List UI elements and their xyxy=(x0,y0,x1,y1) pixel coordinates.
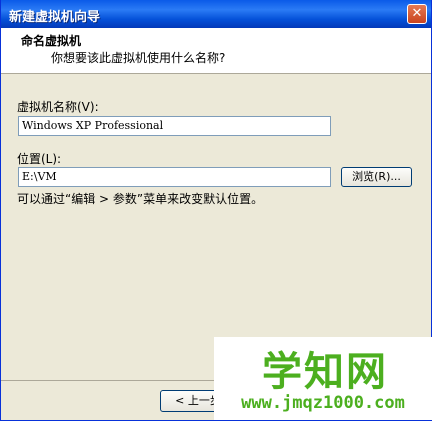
wizard-window: 新建虚拟机向导 ✕ 命名虚拟机 你想要该此虚拟机使用什么名称? 虚拟机名称(V)… xyxy=(0,0,432,421)
footer-divider xyxy=(1,380,215,381)
header-title: 命名虚拟机 xyxy=(21,34,82,48)
watermark-title: 学知网 xyxy=(262,349,388,395)
watermark-url: www.jmqz1000.com xyxy=(241,393,405,413)
vm-name-label: 虚拟机名称(V): xyxy=(17,100,99,114)
location-hint: 可以通过“编辑 > 参数”菜单来改变默认位置。 xyxy=(17,192,264,206)
vm-name-input[interactable]: Windows XP Professional xyxy=(18,116,331,136)
site-watermark: 学知网 www.jmqz1000.com xyxy=(214,337,432,420)
title-bar[interactable]: 新建虚拟机向导 ✕ xyxy=(1,0,431,28)
close-icon: ✕ xyxy=(411,6,423,21)
browse-button[interactable]: 浏览(R)... xyxy=(341,167,412,187)
wizard-header: 命名虚拟机 你想要该此虚拟机使用什么名称? xyxy=(1,28,431,74)
location-label: 位置(L): xyxy=(17,152,62,166)
close-button[interactable]: ✕ xyxy=(407,4,427,24)
window-title: 新建虚拟机向导 xyxy=(9,10,101,25)
header-subtitle: 你想要该此虚拟机使用什么名称? xyxy=(51,51,226,65)
location-input[interactable]: E:\VM xyxy=(18,167,331,187)
